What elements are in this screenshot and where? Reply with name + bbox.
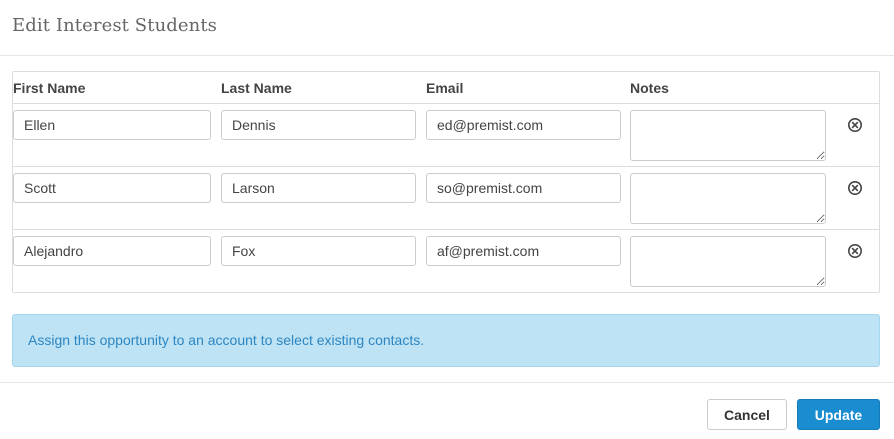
last-name-input[interactable] — [221, 236, 416, 266]
table-row — [13, 167, 879, 230]
column-header-email: Email — [426, 80, 464, 96]
update-button[interactable]: Update — [797, 399, 880, 430]
remove-row-button[interactable] — [847, 117, 863, 133]
remove-row-button[interactable] — [847, 180, 863, 196]
column-header-last-name: Last Name — [221, 80, 292, 96]
first-name-input[interactable] — [13, 236, 211, 266]
notes-textarea[interactable] — [630, 173, 826, 224]
last-name-input[interactable] — [221, 173, 416, 203]
modal-title: Edit Interest Students — [12, 15, 218, 36]
last-name-input[interactable] — [221, 110, 416, 140]
email-input[interactable] — [426, 173, 621, 203]
email-input[interactable] — [426, 110, 621, 140]
remove-row-button[interactable] — [847, 243, 863, 259]
close-circle-icon — [848, 181, 862, 195]
modal-body: First Name Last Name Email Notes Ellen D… — [12, 71, 880, 367]
students-table: First Name Last Name Email Notes — [12, 71, 880, 293]
column-header-notes: Notes — [630, 80, 669, 96]
first-name-input[interactable] — [13, 173, 211, 203]
close-circle-icon — [848, 118, 862, 132]
cancel-button[interactable]: Cancel — [707, 399, 787, 430]
modal-footer: Cancel Update — [0, 382, 894, 439]
modal-header: Edit Interest Students — [0, 0, 894, 56]
info-alert: Assign this opportunity to an account to… — [12, 314, 880, 367]
email-input[interactable] — [426, 236, 621, 266]
notes-textarea[interactable] — [630, 236, 826, 287]
close-circle-icon — [848, 244, 862, 258]
column-header-first-name: First Name — [13, 80, 86, 96]
table-row — [13, 104, 879, 167]
notes-textarea[interactable] — [630, 110, 826, 161]
first-name-input[interactable] — [13, 110, 211, 140]
table-row — [13, 230, 879, 292]
table-header-row: First Name Last Name Email Notes — [13, 72, 879, 104]
edit-interest-students-modal: Edit Interest Students First Name Last N… — [0, 0, 894, 439]
